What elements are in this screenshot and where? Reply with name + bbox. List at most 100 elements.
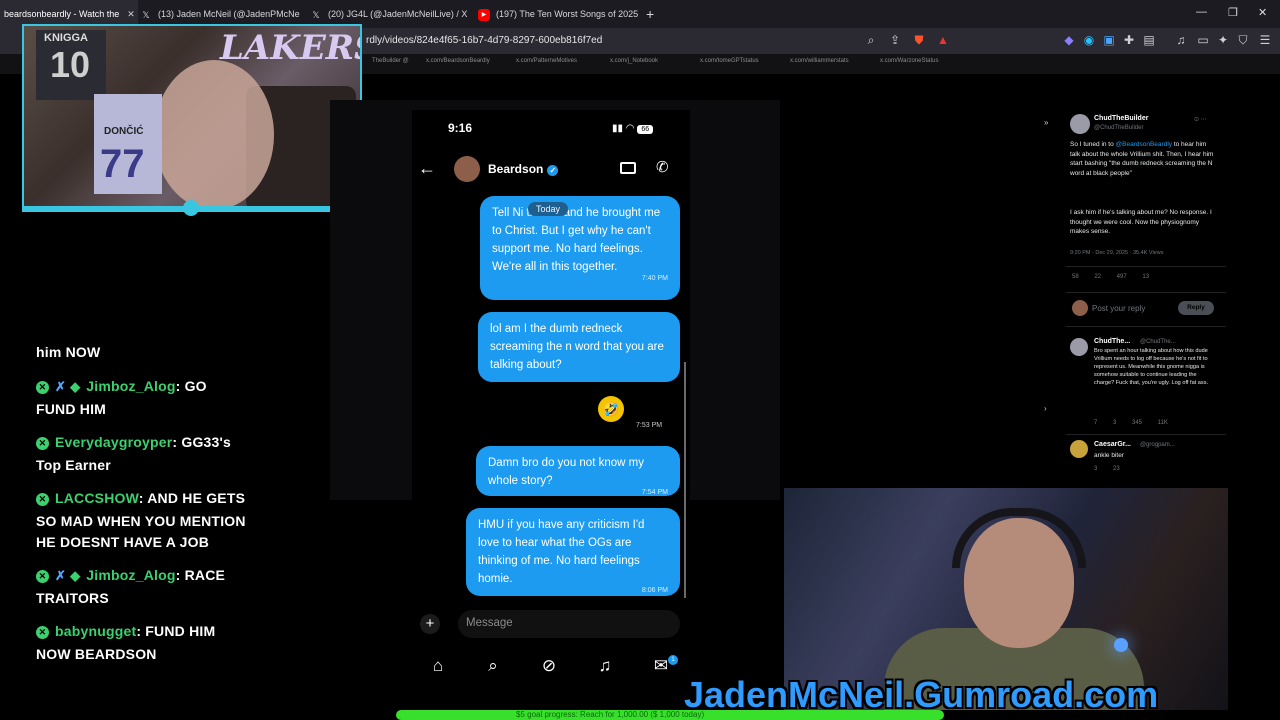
message-bubble[interactable]: Tell Ni the kid and he brought me to Chr… <box>480 196 680 300</box>
gem-badge-icon: ◆ <box>70 379 81 394</box>
extensions-icon[interactable]: ✚ <box>1122 33 1136 47</box>
post-author-handle[interactable]: @ChudTheBuilder <box>1094 125 1143 131</box>
message-time: 7:54 PM <box>641 489 668 496</box>
bookmark-2[interactable]: x.com/BeardsonBeardly <box>426 58 490 64</box>
wifi-icon: ◠ <box>625 123 635 134</box>
avatar[interactable] <box>1070 114 1090 134</box>
chat-message-cont: Top Earner <box>36 457 111 473</box>
bell-icon[interactable]: ♫ <box>594 656 616 676</box>
headphones-icon <box>952 508 1086 568</box>
chat-message: ✕ Everydaygroyper: GG33's <box>36 434 231 450</box>
emoji-message[interactable]: 🤣 <box>598 396 624 422</box>
message-bubble[interactable]: HMU if you have any criticism I'd love t… <box>466 508 680 596</box>
chat-message: ✕ ✗ ◆ Jimboz_Alog: GO <box>36 378 207 395</box>
x-logo-icon: 𝕏 <box>142 9 150 20</box>
grok-icon[interactable]: ⊘ <box>538 656 560 676</box>
mention-link[interactable]: @BeardsonBeardly <box>1116 141 1172 148</box>
youtube-icon: ▶ <box>478 8 490 21</box>
sword-badge-icon: ✗ <box>55 568 67 583</box>
streamer-face <box>154 60 274 210</box>
add-attachment-button[interactable]: + <box>420 614 440 634</box>
reply-author-name[interactable]: CaesarGr... <box>1094 441 1131 448</box>
share-icon[interactable]: ⇪ <box>888 33 902 47</box>
chat-message-cont: NOW BEARDSON <box>36 646 157 662</box>
chat-username[interactable]: Jimboz_Alog <box>86 567 175 583</box>
message-placeholder: Message <box>466 617 513 629</box>
reply-author-handle[interactable]: @grogpam... <box>1140 442 1175 448</box>
lakers-logo: LAKERS <box>220 28 360 68</box>
contact-name[interactable]: Beardson ✓ <box>488 162 559 176</box>
new-tab-button[interactable]: + <box>646 0 660 28</box>
status-time: 9:16 <box>448 121 473 135</box>
avatar[interactable] <box>1070 338 1088 356</box>
scrollbar[interactable] <box>684 362 686 598</box>
date-separator: Today <box>528 202 569 216</box>
close-icon[interactable]: ✕ <box>127 9 135 19</box>
url-text[interactable]: rdly/videos/824e4f65-16b7-4d79-8297-600e… <box>366 35 602 46</box>
zoom-icon[interactable]: ⌕ <box>864 33 878 47</box>
bookmark-6[interactable]: x.com/williammerstats <box>790 58 849 64</box>
chat-message-cont: HE DOESNT HAVE A JOB <box>36 534 210 550</box>
restore-icon[interactable]: ❐ <box>1228 6 1238 19</box>
message-bubble[interactable]: lol am I the dumb redneck screaming the … <box>478 312 680 382</box>
reply-author-handle[interactable]: @ChudThe... <box>1140 339 1176 345</box>
menu-icon[interactable]: ☰ <box>1258 33 1272 47</box>
divider <box>1066 326 1226 327</box>
extension-2-icon[interactable]: ◉ <box>1082 33 1096 47</box>
post-author-name[interactable]: ChudTheBuilder <box>1094 115 1148 122</box>
avatar <box>1072 300 1088 316</box>
ai-icon[interactable]: ✦ <box>1216 33 1230 47</box>
minimize-icon[interactable]: — <box>1196 6 1207 18</box>
reply-input[interactable]: Post your reply <box>1092 304 1145 313</box>
gumroad-overlay-text: JadenMcNeil.Gumroad.com <box>684 674 1159 715</box>
chat-username[interactable]: LACCSHOW <box>55 490 139 506</box>
extension-icon[interactable]: ◆ <box>1062 33 1076 47</box>
chat-message-cont: SO MAD WHEN YOU MENTION <box>36 513 246 529</box>
bookmark-5[interactable]: x.com/tomeGPTstatus <box>700 58 759 64</box>
message-time: 8:06 PM <box>641 587 668 594</box>
message-bubble[interactable]: Damn bro do you not know my whole story?… <box>476 446 680 496</box>
tab-youtube[interactable]: ▶ (197) The Ten Worst Songs of 2025 <box>478 0 638 28</box>
expand-icon[interactable]: » <box>1044 118 1048 127</box>
brave-shield-icon[interactable]: ⛊ <box>912 33 926 47</box>
video-call-icon[interactable] <box>620 162 636 174</box>
music-icon[interactable]: ♫ <box>1174 33 1188 47</box>
search-icon[interactable]: ⌕ <box>482 656 504 676</box>
goal-ticker-text: $5 goal progress: Reach for 1,000.00 ($ … <box>516 710 705 719</box>
bookmark-1[interactable]: TheBuilder @ <box>372 58 409 64</box>
reply-actions[interactable]: 3 23 <box>1094 466 1120 472</box>
chat-username[interactable]: Everydaygroyper <box>55 434 172 450</box>
signal-icon: ▮▮ <box>612 123 624 134</box>
jersey2-number: 77 <box>100 142 145 186</box>
phone-call-icon[interactable]: ✆ <box>656 158 669 176</box>
chat-partial-line: him NOW <box>36 344 101 360</box>
reply-author-name[interactable]: ChudThe... <box>1094 338 1130 345</box>
expand-icon-2[interactable]: › <box>1044 404 1047 413</box>
x-logo-icon: 𝕏 <box>312 9 320 20</box>
close-window-icon[interactable]: ✕ <box>1258 6 1267 19</box>
battery-icon: 66 <box>637 125 654 134</box>
post-actions[interactable]: 58 22 497 13 <box>1072 274 1149 280</box>
wallet-icon[interactable]: ▭ <box>1196 33 1210 47</box>
bookmark-3[interactable]: x.com/PatterneMotives <box>516 58 577 64</box>
sidebar-icon[interactable]: ▤ <box>1142 33 1156 47</box>
avatar[interactable] <box>1070 440 1088 458</box>
chat-username[interactable]: babynugget <box>55 623 136 639</box>
more-icon[interactable]: ⊙ ⋯ <box>1194 116 1207 123</box>
divider <box>1066 434 1226 435</box>
sub-badge-icon: ✕ <box>36 626 49 639</box>
vpn-icon[interactable]: ⛉ <box>1236 33 1250 47</box>
rewards-icon[interactable]: ▲ <box>936 33 950 47</box>
bookmark-7[interactable]: x.com/WarzoneStatus <box>880 58 938 64</box>
extension-3-icon[interactable]: ▣ <box>1102 33 1116 47</box>
home-icon[interactable]: ⌂ <box>427 656 449 676</box>
back-arrow-icon[interactable]: ← <box>418 158 436 179</box>
sub-badge-icon: ✕ <box>36 570 49 583</box>
avatar[interactable] <box>454 156 480 182</box>
chat-message: ✕ ✗ ◆ Jimboz_Alog: RACE <box>36 567 225 584</box>
reply-button[interactable]: Reply <box>1178 301 1214 315</box>
chat-username[interactable]: Jimboz_Alog <box>86 378 175 394</box>
bookmark-4[interactable]: x.com/j_Notebook <box>610 58 658 64</box>
jersey2-name: DONČIĆ <box>104 126 144 137</box>
reply-actions[interactable]: 7 3 345 11K <box>1094 420 1168 426</box>
